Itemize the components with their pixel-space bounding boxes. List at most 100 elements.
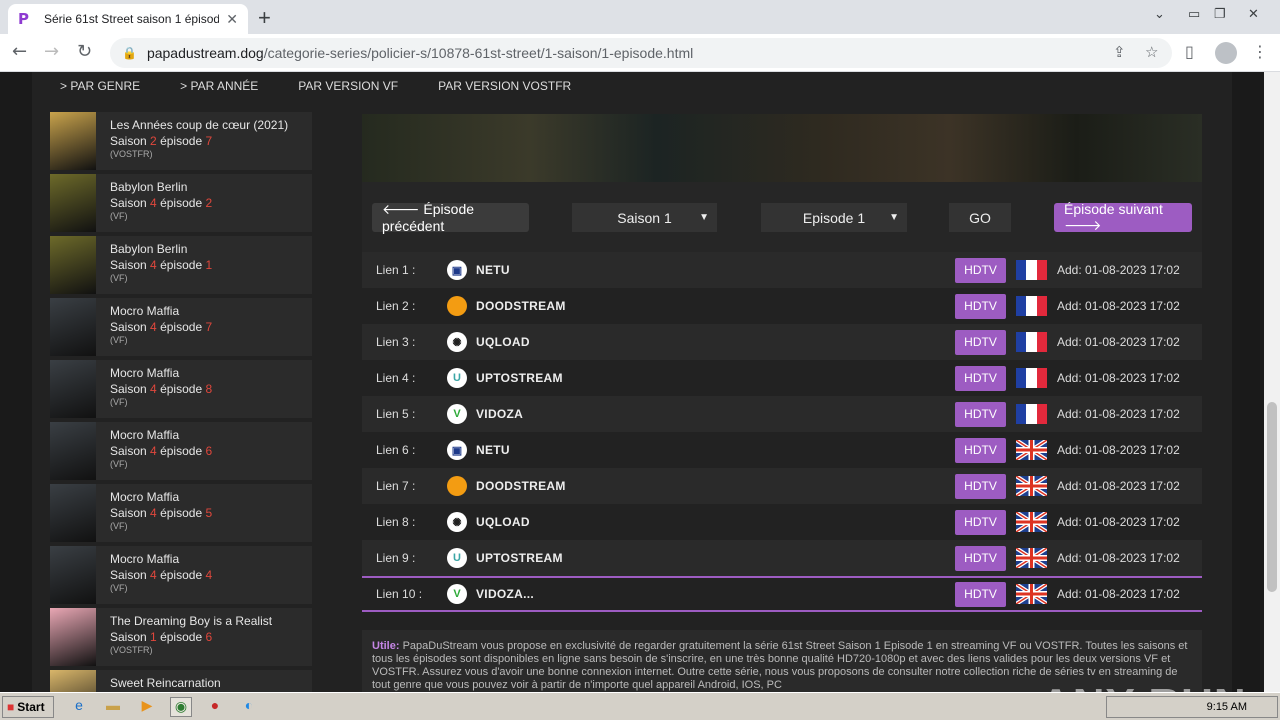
episode-label: épisode xyxy=(160,320,203,334)
sidebar-item-title[interactable]: Mocro Maffia xyxy=(110,304,212,318)
host-name[interactable]: UQLOAD xyxy=(476,335,530,349)
sidebar-item-text: Sweet Reincarnation xyxy=(96,670,221,692)
back-arrow-icon[interactable]: ← xyxy=(12,41,27,62)
nav-par-version-vf[interactable]: PAR VERSION VF xyxy=(298,79,398,93)
link-number: Lien 1 : xyxy=(376,263,416,277)
host-name[interactable]: UQLOAD xyxy=(476,515,530,529)
france-flag-icon xyxy=(1016,404,1047,424)
nav-par-annee[interactable]: > PAR ANNÉE xyxy=(180,79,258,93)
quality-badge: HDTV xyxy=(955,581,1006,607)
sidebar-episode-item[interactable]: Babylon Berlin Saison 4 épisode 1 (VF) xyxy=(50,236,312,294)
sidebar-episode-item[interactable]: Babylon Berlin Saison 4 épisode 2 (VF) xyxy=(50,174,312,232)
episode-thumbnail[interactable] xyxy=(50,360,96,418)
sidebar-item-text: Mocro Maffia Saison 4 épisode 6 (VF) xyxy=(96,422,212,480)
link-row[interactable]: Lien 10 : V VIDOZA... HDTV Add: 01-08-2023 1… xyxy=(362,576,1202,612)
sidebar-item-title[interactable]: The Dreaming Boy is a Realist xyxy=(110,614,272,628)
go-button[interactable]: GO xyxy=(949,203,1011,232)
sidebar-episode-item[interactable]: Mocro Maffia Saison 4 épisode 6 (VF) xyxy=(50,422,312,480)
chrome-icon[interactable]: ◉ xyxy=(170,697,192,717)
sidebar-episode-item[interactable]: Les Années coup de cœur (2021) Saison 2 é… xyxy=(50,112,312,170)
tab-search-chevron-icon[interactable]: ⌄ xyxy=(1154,6,1165,22)
reload-icon[interactable]: ↻ xyxy=(77,41,92,62)
sidebar-item-title[interactable]: Mocro Maffia xyxy=(110,490,212,504)
share-icon[interactable]: ⇪ xyxy=(1113,43,1126,61)
browser-tab[interactable]: P Série 61st Street saison 1 épisode 1 ✕ xyxy=(8,4,248,34)
nav-par-genre[interactable]: > PAR GENRE xyxy=(60,79,140,93)
episode-thumbnail[interactable] xyxy=(50,112,96,170)
sidebar-item-title[interactable]: Mocro Maffia xyxy=(110,552,212,566)
sidebar-item-language: (VF) xyxy=(110,211,128,221)
sidebar-item-title[interactable]: Mocro Maffia xyxy=(110,428,212,442)
ie-icon[interactable]: e xyxy=(68,697,90,717)
edge-icon[interactable]: ◐ xyxy=(238,697,260,717)
bookmark-star-icon[interactable]: ☆ xyxy=(1145,43,1158,61)
saison-number: 4 xyxy=(150,382,157,396)
episode-thumbnail[interactable] xyxy=(50,484,96,542)
address-bar[interactable]: 🔒 papadustream.dog/categorie-series/poli… xyxy=(110,38,1172,68)
host-name[interactable]: VIDOZA xyxy=(476,407,523,421)
sidebar-episode-item[interactable]: Mocro Maffia Saison 4 épisode 8 (VF) xyxy=(50,360,312,418)
sidebar-item-title[interactable]: Babylon Berlin xyxy=(110,242,212,256)
host-name[interactable]: DOODSTREAM xyxy=(476,299,566,313)
explorer-folder-icon[interactable]: ▬ xyxy=(102,697,124,717)
sidebar-episode-item[interactable]: Mocro Maffia Saison 4 épisode 5 (VF) xyxy=(50,484,312,542)
link-row[interactable]: Lien 2 : DOODSTREAM HDTV Add: 01-08-2023 17… xyxy=(362,288,1202,324)
antivirus-icon[interactable]: ● xyxy=(204,697,226,717)
episode-thumbnail[interactable] xyxy=(50,174,96,232)
side-panel-icon[interactable]: ▯ xyxy=(1185,42,1194,61)
link-row[interactable]: Lien 5 : V VIDOZA HDTV Add: 01-08-2023 17:02 xyxy=(362,396,1202,432)
sidebar-item-title[interactable]: Les Années coup de cœur (2021) xyxy=(110,118,288,132)
episode-thumbnail[interactable] xyxy=(50,546,96,604)
host-name[interactable]: NETU xyxy=(476,443,510,457)
page-scrollbar[interactable] xyxy=(1264,72,1280,692)
sidebar-item-title[interactable]: Sweet Reincarnation xyxy=(110,676,221,690)
nav-par-version-vostfr[interactable]: PAR VERSION VOSTFR xyxy=(438,79,571,93)
link-row[interactable]: Lien 1 : ▣ NETU HDTV Add: 01-08-2023 17:02 xyxy=(362,252,1202,288)
window-close-button[interactable]: ✕ xyxy=(1248,6,1259,22)
episode-thumbnail[interactable] xyxy=(50,670,96,692)
host-name[interactable]: UPTOSTREAM xyxy=(476,551,563,565)
episode-controls: 🡐 Épisode précédent Saison 1 ▼ Episode 1… xyxy=(362,182,1202,252)
episode-thumbnail[interactable] xyxy=(50,608,96,666)
season-select[interactable]: Saison 1 ▼ xyxy=(572,203,717,232)
sidebar-episode-item[interactable]: Sweet Reincarnation xyxy=(50,670,312,692)
host-name[interactable]: VIDOZA... xyxy=(476,587,534,601)
sidebar-episode-item[interactable]: Mocro Maffia Saison 4 épisode 4 (VF) xyxy=(50,546,312,604)
link-row[interactable]: Lien 8 : ✺ UQLOAD HDTV Add: 01-08-2023 17:02 xyxy=(362,504,1202,540)
menu-kebab-icon[interactable]: ⋮ xyxy=(1252,42,1268,61)
previous-episode-button[interactable]: 🡐 Épisode précédent xyxy=(372,201,529,234)
episode-thumbnail[interactable] xyxy=(50,236,96,294)
vidoza-host-icon: V xyxy=(447,584,467,604)
restore-button[interactable]: ❐ xyxy=(1214,6,1226,22)
sidebar-item-episode: Saison 4 épisode 8 xyxy=(110,382,212,396)
url-text[interactable]: papadustream.dog/categorie-series/polici… xyxy=(147,45,693,61)
tab-close-icon[interactable]: ✕ xyxy=(226,11,238,28)
sidebar-episode-item[interactable]: Mocro Maffia Saison 4 épisode 7 (VF) xyxy=(50,298,312,356)
new-tab-button[interactable]: + xyxy=(258,5,271,31)
next-episode-button[interactable]: Épisode suivant 🡒 xyxy=(1054,201,1192,233)
episode-label: épisode xyxy=(160,506,203,520)
profile-avatar[interactable] xyxy=(1215,42,1237,64)
sidebar-item-title[interactable]: Babylon Berlin xyxy=(110,180,212,194)
host-name[interactable]: DOODSTREAM xyxy=(476,479,566,493)
minimize-button[interactable]: ▭ xyxy=(1188,6,1200,22)
saison-label: Saison xyxy=(110,444,147,458)
sidebar-item-title[interactable]: Mocro Maffia xyxy=(110,366,212,380)
clock[interactable]: 9:15 AM xyxy=(1207,701,1247,713)
link-row[interactable]: Lien 4 : U UPTOSTREAM HDTV Add: 01-08-2023 1… xyxy=(362,360,1202,396)
episode-thumbnail[interactable] xyxy=(50,422,96,480)
link-row[interactable]: Lien 6 : ▣ NETU HDTV Add: 01-08-2023 17:02 xyxy=(362,432,1202,468)
start-button[interactable]: ■ Start xyxy=(2,696,54,718)
forward-arrow-icon[interactable]: → xyxy=(44,41,59,62)
media-player-icon[interactable]: ▶ xyxy=(136,697,158,717)
host-name[interactable]: UPTOSTREAM xyxy=(476,371,563,385)
episode-thumbnail[interactable] xyxy=(50,298,96,356)
episode-select[interactable]: Episode 1 ▼ xyxy=(761,203,907,232)
lock-icon[interactable]: 🔒 xyxy=(122,46,137,60)
link-row[interactable]: Lien 7 : DOODSTREAM HDTV Add: 01-08-2023 17… xyxy=(362,468,1202,504)
host-name[interactable]: NETU xyxy=(476,263,510,277)
scrollbar-thumb[interactable] xyxy=(1267,402,1277,592)
sidebar-episode-item[interactable]: The Dreaming Boy is a Realist Saison 1 ép… xyxy=(50,608,312,666)
link-row[interactable]: Lien 9 : U UPTOSTREAM HDTV Add: 01-08-2023 1… xyxy=(362,540,1202,576)
link-row[interactable]: Lien 3 : ✺ UQLOAD HDTV Add: 01-08-2023 17:02 xyxy=(362,324,1202,360)
